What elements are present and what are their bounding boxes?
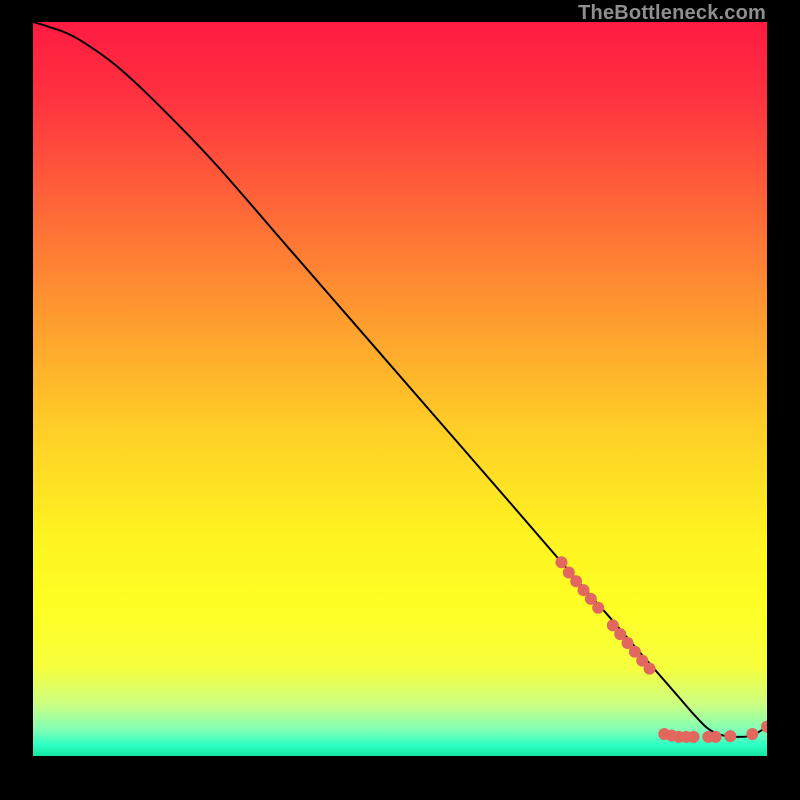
watermark-text: TheBottleneck.com [578, 2, 766, 25]
data-point [746, 728, 758, 740]
data-point [724, 730, 736, 742]
data-point [688, 731, 700, 743]
data-point [555, 556, 567, 568]
chart-plot [33, 22, 767, 756]
data-point [592, 602, 604, 614]
data-point [710, 731, 722, 743]
chart-background [33, 22, 767, 756]
chart-stage: TheBottleneck.com [0, 0, 800, 800]
data-point [644, 663, 656, 675]
